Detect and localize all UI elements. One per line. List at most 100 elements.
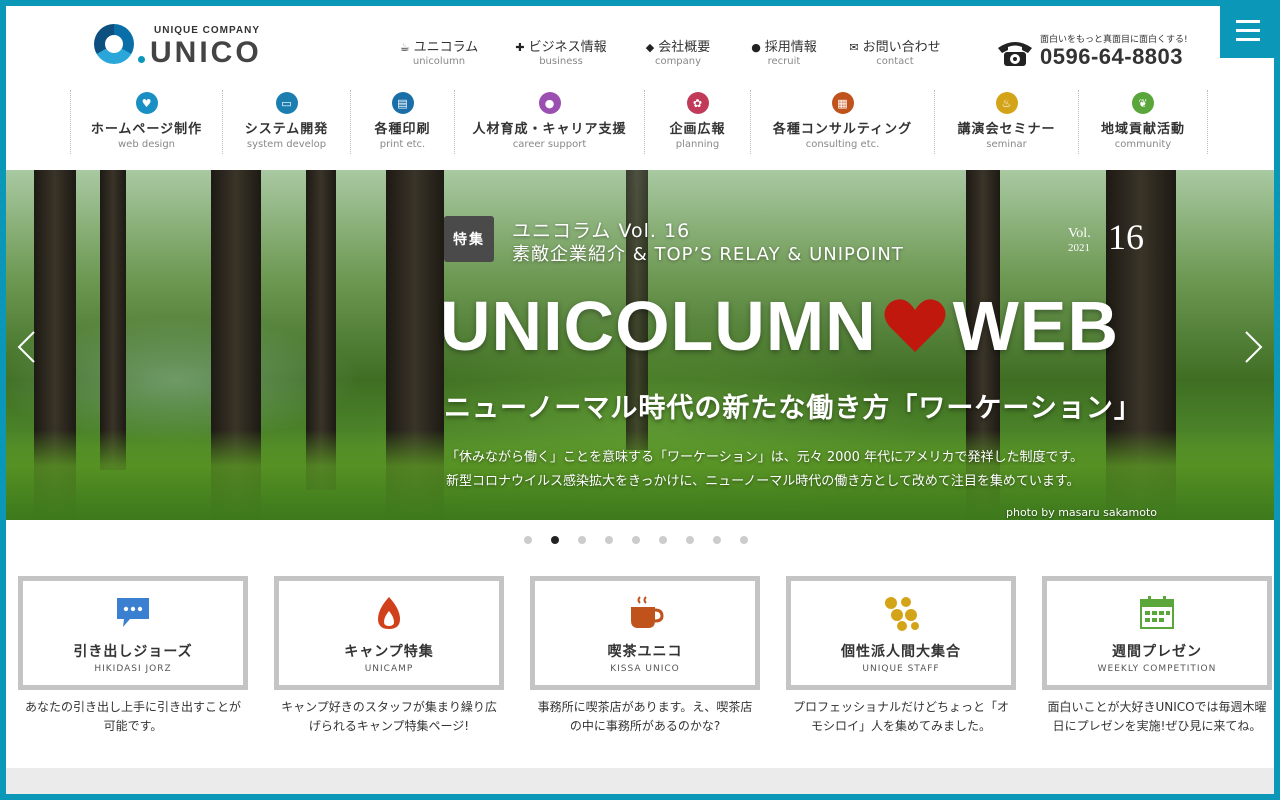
category-en: community bbox=[1114, 139, 1172, 150]
category-label: ホームページ制作 bbox=[90, 122, 203, 137]
card-box[interactable]: 週間プレゼン WEEKLY COMPETITION bbox=[1042, 576, 1272, 690]
slider-dot[interactable] bbox=[740, 536, 748, 544]
printer-icon: ▤ bbox=[391, 92, 414, 114]
leaf-icon: ❦ bbox=[1132, 92, 1154, 114]
tag-icon: ◆ bbox=[645, 41, 655, 54]
mail-icon: ✉ bbox=[849, 41, 859, 54]
calendar-icon bbox=[1140, 596, 1174, 629]
top-nav-company[interactable]: ◆ 会社概要 company bbox=[622, 36, 734, 67]
top-nav-label: ユニコラム bbox=[413, 40, 479, 55]
hero-series: ユニコラム Vol. 16 bbox=[512, 220, 691, 242]
heart-icon: ♥ bbox=[135, 92, 158, 114]
card-description: 面白いことが大好きUNICOでは毎週木曜日にプレゼンを実施!ぜひ見に来てね。 bbox=[1047, 700, 1267, 733]
flower-icon: ✿ bbox=[686, 92, 709, 114]
slider-prev-arrow[interactable] bbox=[16, 330, 36, 364]
card-unicamp[interactable]: キャンプ特集 UNICAMP キャンプ好きのスタッフが集まり繰り広げられるキャン… bbox=[274, 576, 504, 736]
person-icon: ● bbox=[751, 41, 761, 54]
logo-mark-icon bbox=[94, 24, 134, 64]
card-box[interactable]: 喫茶ユニコ KISSA UNICO bbox=[530, 576, 760, 690]
card-description: あなたの引き出し上手に引き出すことが可能です。 bbox=[24, 700, 241, 733]
telephone-icon bbox=[998, 42, 1032, 66]
footer-bar bbox=[6, 768, 1274, 794]
top-nav-en: contact bbox=[876, 56, 914, 67]
card-en: UNIQUE STAFF bbox=[862, 664, 940, 674]
category-label: 各種印刷 bbox=[374, 122, 431, 137]
plus-icon: ✚ bbox=[515, 41, 525, 54]
category-label: 講演会セミナー bbox=[957, 122, 1056, 137]
hero-topics: 素敵企業紹介 & TOP’S RELAY & UNIPOINT bbox=[512, 244, 904, 265]
category-label: 人材育成・キャリア支援 bbox=[472, 122, 627, 137]
top-nav-en: company bbox=[654, 56, 702, 67]
category-web-design[interactable]: ♥ ホームページ制作 web design bbox=[70, 90, 222, 154]
card-en: WEEKLY COMPETITION bbox=[1097, 664, 1217, 674]
hamburger-menu-button[interactable] bbox=[1220, 6, 1274, 58]
top-nav-unicolumn[interactable]: ☕ ユニコラム unicolumn bbox=[378, 36, 500, 67]
card-title: 週間プレゼン bbox=[1112, 644, 1202, 660]
category-en: career support bbox=[512, 139, 587, 150]
card-description: キャンプ好きのスタッフが集まり繰り広げられるキャンプ特集ページ! bbox=[281, 700, 497, 733]
category-en: web design bbox=[117, 139, 176, 150]
category-planning[interactable]: ✿ 企画広報 planning bbox=[644, 90, 750, 154]
card-unique-staff[interactable]: 個性派人間大集合 UNIQUE STAFF プロフェッショナルだけどちょっと「オ… bbox=[786, 576, 1016, 736]
card-hikidasi-jorz[interactable]: 引き出しジョーズ HIKIDASI JORZ あなたの引き出し上手に引き出すこと… bbox=[18, 576, 248, 736]
category-label: システム開発 bbox=[244, 122, 329, 137]
slider-dot[interactable] bbox=[659, 536, 667, 544]
top-nav-business[interactable]: ✚ ビジネス情報 business bbox=[500, 36, 622, 67]
slider-dot[interactable] bbox=[632, 536, 640, 544]
hero-slider[interactable]: 特集 ユニコラム Vol. 16 素敵企業紹介 & TOP’S RELAY & … bbox=[6, 170, 1274, 520]
coffee-cup-icon bbox=[631, 596, 664, 628]
card-description: プロフェッショナルだけどちょっと「オモシロイ」人を集めてみました。 bbox=[792, 700, 1009, 733]
slider-dot[interactable] bbox=[578, 536, 586, 544]
top-nav-recruit[interactable]: ● 採用情報 recruit bbox=[734, 36, 834, 67]
company-logo[interactable]: UNIQUE COMPANY UNICO bbox=[94, 22, 274, 74]
slider-dot-active[interactable] bbox=[551, 536, 559, 544]
category-career-support[interactable]: ● 人材育成・キャリア支援 career support bbox=[454, 90, 644, 154]
coffee-icon: ☕ bbox=[399, 41, 410, 54]
category-consulting[interactable]: ▦ 各種コンサルティング consulting etc. bbox=[750, 90, 934, 154]
card-title: 喫茶ユニコ bbox=[607, 644, 683, 660]
chat-bubble-icon bbox=[117, 598, 149, 627]
hero-desc-line: 新型コロナウイルス感染拡大をきっかけに、ニューノーマル時代の働き方として改めて注… bbox=[446, 474, 1080, 489]
flame-icon: ♨ bbox=[995, 92, 1018, 114]
card-en: HIKIDASI JORZ bbox=[94, 664, 172, 674]
top-nav-label: ビジネス情報 bbox=[528, 40, 607, 55]
card-box[interactable]: キャンプ特集 UNICAMP bbox=[274, 576, 504, 690]
chart-icon: ▦ bbox=[831, 92, 854, 114]
card-box[interactable]: 個性派人間大集合 UNIQUE STAFF bbox=[786, 576, 1016, 690]
fire-icon bbox=[378, 597, 400, 629]
card-kissa-unico[interactable]: 喫茶ユニコ KISSA UNICO 事務所に喫茶店があります。え、喫茶店の中に事… bbox=[530, 576, 760, 736]
category-en: system develop bbox=[246, 139, 327, 150]
vol-label: Vol. bbox=[1068, 226, 1091, 241]
category-label: 地域貢献活動 bbox=[1100, 122, 1185, 137]
slider-dot[interactable] bbox=[713, 536, 721, 544]
monitor-icon: ▭ bbox=[275, 92, 298, 114]
category-system-develop[interactable]: ▭ システム開発 system develop bbox=[222, 90, 350, 154]
slider-next-arrow[interactable] bbox=[1244, 330, 1264, 364]
heart-icon bbox=[884, 299, 946, 352]
slider-pagination bbox=[524, 536, 748, 544]
slider-dot[interactable] bbox=[524, 536, 532, 544]
slider-dot[interactable] bbox=[605, 536, 613, 544]
photo-credit: photo by masaru sakamoto bbox=[1006, 506, 1158, 519]
slider-dot[interactable] bbox=[686, 536, 694, 544]
category-community[interactable]: ❦ 地域貢献活動 community bbox=[1078, 90, 1208, 154]
crowd-icon bbox=[885, 597, 919, 631]
vol-year: 2021 bbox=[1068, 242, 1090, 254]
category-seminar[interactable]: ♨ 講演会セミナー seminar bbox=[934, 90, 1078, 154]
top-nav-en: unicolumn bbox=[412, 56, 466, 67]
category-print[interactable]: ▤ 各種印刷 print etc. bbox=[350, 90, 454, 154]
hero-title: UNICOLUMN WEB bbox=[440, 286, 1119, 366]
card-weekly-competition[interactable]: 週間プレゼン WEEKLY COMPETITION 面白いことが大好きUNICO… bbox=[1042, 576, 1272, 736]
logo-title: UNICO bbox=[150, 36, 262, 69]
card-box[interactable]: 引き出しジョーズ HIKIDASI JORZ bbox=[18, 576, 248, 690]
logo-dot bbox=[138, 56, 145, 63]
chevron-left-icon bbox=[17, 331, 35, 363]
phone-number[interactable]: 0596-64-8803 bbox=[1040, 44, 1183, 70]
hero-desc-line: 「休みながら働く」ことを意味する「ワーケーション」は、元々 2000 年代にアメ… bbox=[446, 450, 1084, 465]
top-nav-contact[interactable]: ✉ お問い合わせ contact bbox=[834, 36, 956, 67]
category-en: print etc. bbox=[379, 139, 426, 150]
hero-title-right: WEB bbox=[952, 287, 1120, 365]
category-label: 企画広報 bbox=[669, 122, 726, 137]
card-title: 個性派人間大集合 bbox=[841, 644, 961, 660]
top-nav-label: 採用情報 bbox=[764, 40, 817, 55]
